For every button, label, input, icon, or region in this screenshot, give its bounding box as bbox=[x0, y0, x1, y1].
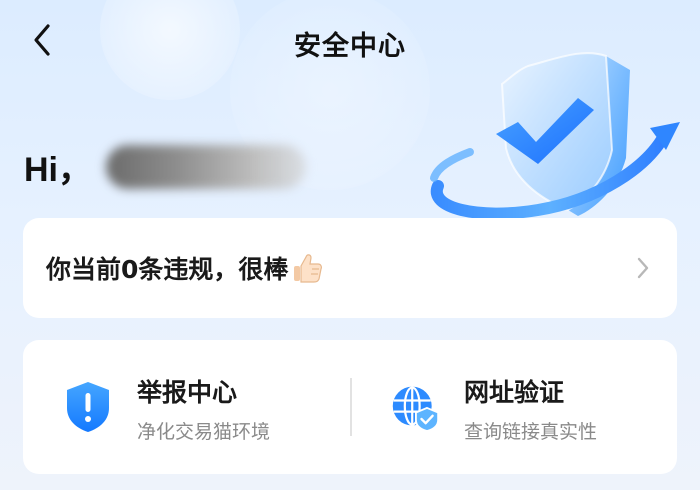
violation-status-text: 你当前0条违规，很棒 bbox=[46, 255, 289, 284]
report-center-title: 举报中心 bbox=[137, 378, 238, 407]
url-verify-subtitle: 查询链接真实性 bbox=[464, 421, 598, 443]
shield-alert-icon bbox=[67, 382, 109, 432]
services-card: 举报中心 净化交易猫环境 网址验证 查询链接真实性 bbox=[23, 340, 677, 474]
shield-check-illustration bbox=[430, 52, 680, 220]
violation-status-card[interactable]: 你当前0条违规，很棒 bbox=[23, 218, 677, 318]
report-center-subtitle: 净化交易猫环境 bbox=[137, 421, 271, 443]
thumbs-up-icon bbox=[294, 254, 323, 283]
globe-shield-icon bbox=[392, 386, 440, 433]
greeting-text: Hi， bbox=[24, 151, 92, 189]
report-center-entry[interactable]: 举报中心 净化交易猫环境 bbox=[23, 340, 350, 474]
url-verify-entry[interactable]: 网址验证 查询链接真实性 bbox=[350, 340, 677, 474]
greeting: Hi， bbox=[24, 142, 306, 191]
username-blurred bbox=[106, 144, 306, 189]
chevron-right-icon bbox=[637, 257, 649, 279]
url-verify-title: 网址验证 bbox=[464, 378, 565, 407]
